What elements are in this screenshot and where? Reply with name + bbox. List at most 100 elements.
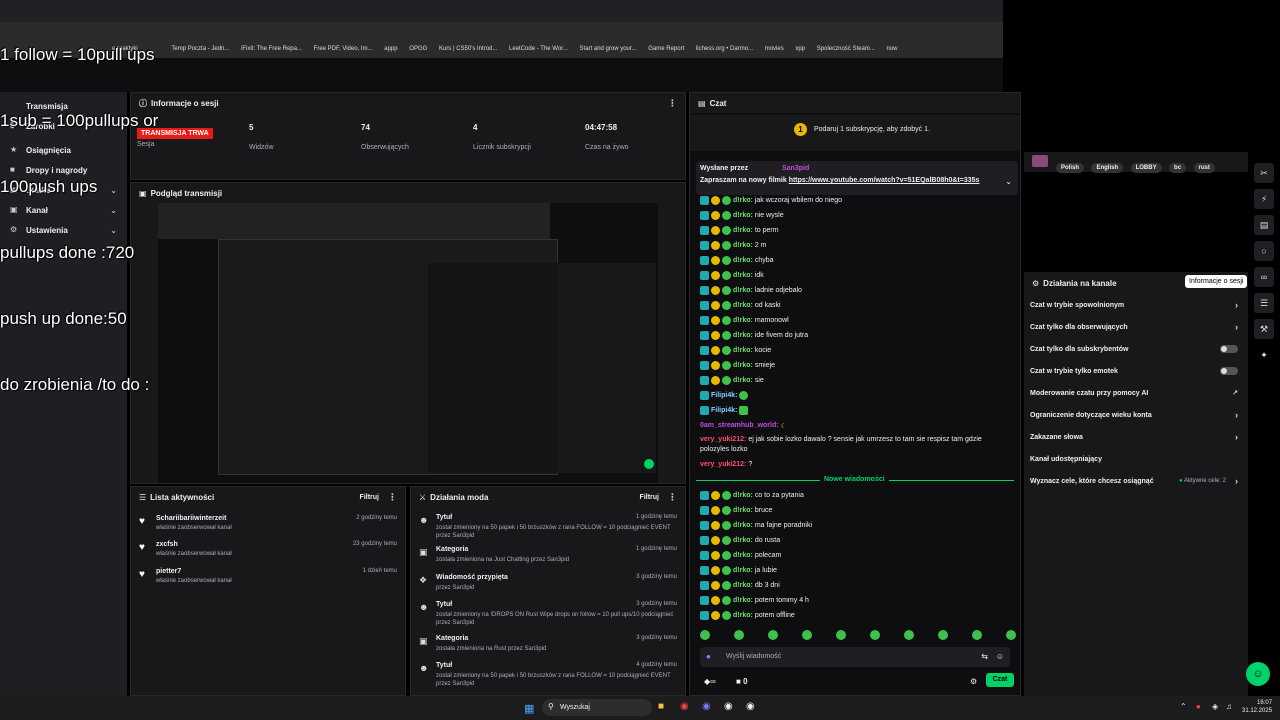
mod-action-item[interactable]: ☻ Tytuł został zmieniony na 50 papek i 50 …: [411, 662, 685, 689]
chat-user[interactable]: d!rko:: [733, 507, 753, 514]
chat-user[interactable]: d!rko:: [733, 197, 753, 204]
bookmark-item[interactable]: movies: [765, 46, 784, 52]
emote-icon[interactable]: [768, 630, 778, 640]
mod-action-item[interactable]: ▣ Kategoria została zmieniona na Just Chat…: [411, 546, 685, 573]
filter-button[interactable]: Filtruj: [640, 494, 659, 501]
chat-user[interactable]: d!rko:: [733, 567, 753, 574]
chat-user[interactable]: d!rko:: [733, 492, 753, 499]
chat-user[interactable]: d!rko:: [733, 227, 753, 234]
filter-button[interactable]: Filtruj: [360, 494, 379, 501]
chat-user[interactable]: d!rko:: [733, 242, 753, 249]
chat-user[interactable]: d!rko:: [733, 332, 753, 339]
bookmark-item[interactable]: Free PDF, Video, Im...: [314, 46, 373, 52]
more-options-icon[interactable]: ⋮: [668, 492, 677, 503]
chat-user[interactable]: d!rko:: [733, 212, 753, 219]
folder-icon[interactable]: ■: [658, 701, 664, 712]
taskbar-search[interactable]: ⚲ Wyszukaj: [542, 699, 652, 716]
subs-only-toggle[interactable]: [1220, 345, 1238, 353]
chat-user[interactable]: Filipi4k:: [711, 392, 737, 399]
chat-bubble-icon[interactable]: ○: [1254, 241, 1274, 261]
chat-user[interactable]: d!rko:: [733, 582, 753, 589]
wrench-icon[interactable]: ⚒: [1254, 319, 1274, 339]
volume-icon[interactable]: ♫: [1226, 702, 1232, 711]
taskbar-clock[interactable]: 16:07 31.12.2025: [1242, 699, 1272, 715]
chat-user[interactable]: d!rko:: [733, 612, 753, 619]
activity-item[interactable]: ♥ pietter7 właśnie zaobserwował kanał 1 dzi…: [131, 568, 405, 594]
chat-user[interactable]: d!rko:: [733, 537, 753, 544]
activity-item[interactable]: ♥ Schariibariiwinterzeit właśnie zaobserwo…: [131, 515, 405, 541]
action-ai-moderation[interactable]: Moderowanie czatu przy pomocy AI ↗: [1024, 382, 1248, 404]
emote-icon[interactable]: [938, 630, 948, 640]
bookmark-item[interactable]: xpp: [795, 46, 805, 52]
emote-picker-icon[interactable]: ☺: [996, 652, 1004, 661]
emote-icon[interactable]: [802, 630, 812, 640]
chat-user[interactable]: d!rko:: [733, 347, 753, 354]
bookmark-item[interactable]: now: [886, 46, 897, 52]
emote-icon[interactable]: [1006, 630, 1016, 640]
emote-icon[interactable]: [836, 630, 846, 640]
pinned-link[interactable]: https://www.youtube.com/watch?v=51EQalB0…: [789, 177, 980, 184]
bookmark-item[interactable]: Spoleczność Steam...: [817, 46, 875, 52]
chat-user[interactable]: d!rko:: [733, 597, 753, 604]
action-banned-words[interactable]: Zakazane słowa ›: [1024, 426, 1248, 448]
bits-icon[interactable]: ◆∞: [704, 677, 716, 686]
chat-user[interactable]: Filipi4k:: [711, 407, 737, 414]
chat-user[interactable]: d!rko:: [733, 287, 753, 294]
channel-points[interactable]: ■ 0: [736, 677, 748, 686]
list-icon[interactable]: ☰: [1254, 293, 1274, 313]
clip-icon[interactable]: ✂: [1254, 163, 1274, 183]
microphone-icon[interactable]: ●: [1196, 702, 1201, 711]
activity-item[interactable]: ♥ zxcfsh właśnie zaobserwował kanał 23 godz…: [131, 541, 405, 567]
broadcast-icon[interactable]: ∞: [1254, 267, 1274, 287]
emote-icon[interactable]: [870, 630, 880, 640]
bookmark-item[interactable]: LeetCode - The Wor...: [509, 46, 568, 52]
mod-action-item[interactable]: ❖ Wiadomość przypięta przez San3pid 3 godzi…: [411, 574, 685, 601]
action-emote-only[interactable]: Czat w trybie tylko emotek: [1024, 360, 1248, 382]
emote-icon[interactable]: [700, 630, 710, 640]
bookmark-item[interactable]: Game Report: [648, 46, 684, 52]
document-icon[interactable]: ▤: [1254, 215, 1274, 235]
chat-user[interactable]: d!rko:: [733, 302, 753, 309]
chat-user[interactable]: d!rko:: [733, 317, 753, 324]
mic-icon[interactable]: ●: [706, 652, 711, 661]
bookmark-item[interactable]: Kurs | CS50's Introd...: [439, 46, 497, 52]
emote-only-toggle[interactable]: [1220, 367, 1238, 375]
gift-sub-banner[interactable]: 1 Podaruj 1 subskrypcję, aby zdobyć 1.: [690, 115, 1020, 151]
mod-action-item[interactable]: ☻ Tytuł został zmieniony na 50 papek i 50 …: [411, 514, 685, 541]
chevron-down-icon[interactable]: ⌄: [1005, 177, 1012, 186]
mod-action-item[interactable]: ☻ Tytuł został zmieniony na !DROPS ON Rust…: [411, 601, 685, 628]
action-followers-only[interactable]: Czat tylko dla obserwujących ›: [1024, 316, 1248, 338]
chat-user[interactable]: d!rko:: [733, 522, 753, 529]
extensions-icon[interactable]: ✦: [1254, 345, 1274, 365]
bookmark-item[interactable]: appp: [384, 46, 397, 52]
chat-send-button[interactable]: Czat: [986, 673, 1014, 687]
chat-user[interactable]: d!rko:: [733, 377, 753, 384]
network-icon[interactable]: ◈: [1212, 702, 1218, 711]
bookmark-item[interactable]: Start and grow your...: [580, 46, 637, 52]
tag[interactable]: rust: [1193, 163, 1215, 173]
tag[interactable]: English: [1091, 163, 1124, 173]
app-icon[interactable]: ◉: [746, 701, 755, 712]
chat-user[interactable]: 0am_streamhub_world:: [700, 422, 779, 429]
chat-bot-icon[interactable]: ☺: [1246, 662, 1270, 686]
tag[interactable]: LOBBY: [1130, 163, 1162, 173]
action-subs-only[interactable]: Czat tylko dla subskrybentów: [1024, 338, 1248, 360]
chat-settings-icon[interactable]: ⚙: [970, 677, 977, 686]
tag[interactable]: Polish: [1056, 163, 1085, 173]
action-shared-channel[interactable]: Kanał udostępniający: [1024, 448, 1248, 470]
chrome-icon[interactable]: ◉: [680, 701, 689, 712]
chat-user[interactable]: d!rko:: [733, 272, 753, 279]
more-options-icon[interactable]: ⋮: [388, 492, 397, 503]
tag[interactable]: bc: [1169, 163, 1187, 173]
emote-icon[interactable]: [734, 630, 744, 640]
bookmark-item[interactable]: OPGG: [409, 46, 427, 52]
chat-input[interactable]: ● Wyślij wiadomość ⇆ ☺: [700, 647, 1010, 667]
emote-icon[interactable]: [904, 630, 914, 640]
emote-icon[interactable]: [972, 630, 982, 640]
obs-icon[interactable]: ◉: [724, 701, 733, 712]
action-account-age[interactable]: Ograniczenie dotyczące wieku konta ›: [1024, 404, 1248, 426]
chat-user[interactable]: very_yuki212:: [700, 461, 746, 468]
discord-icon[interactable]: ◉: [702, 701, 711, 712]
more-options-icon[interactable]: ⋮: [668, 98, 677, 109]
pinned-message[interactable]: Wysłane przez San3pid Zapraszam na nowy …: [696, 161, 1018, 195]
